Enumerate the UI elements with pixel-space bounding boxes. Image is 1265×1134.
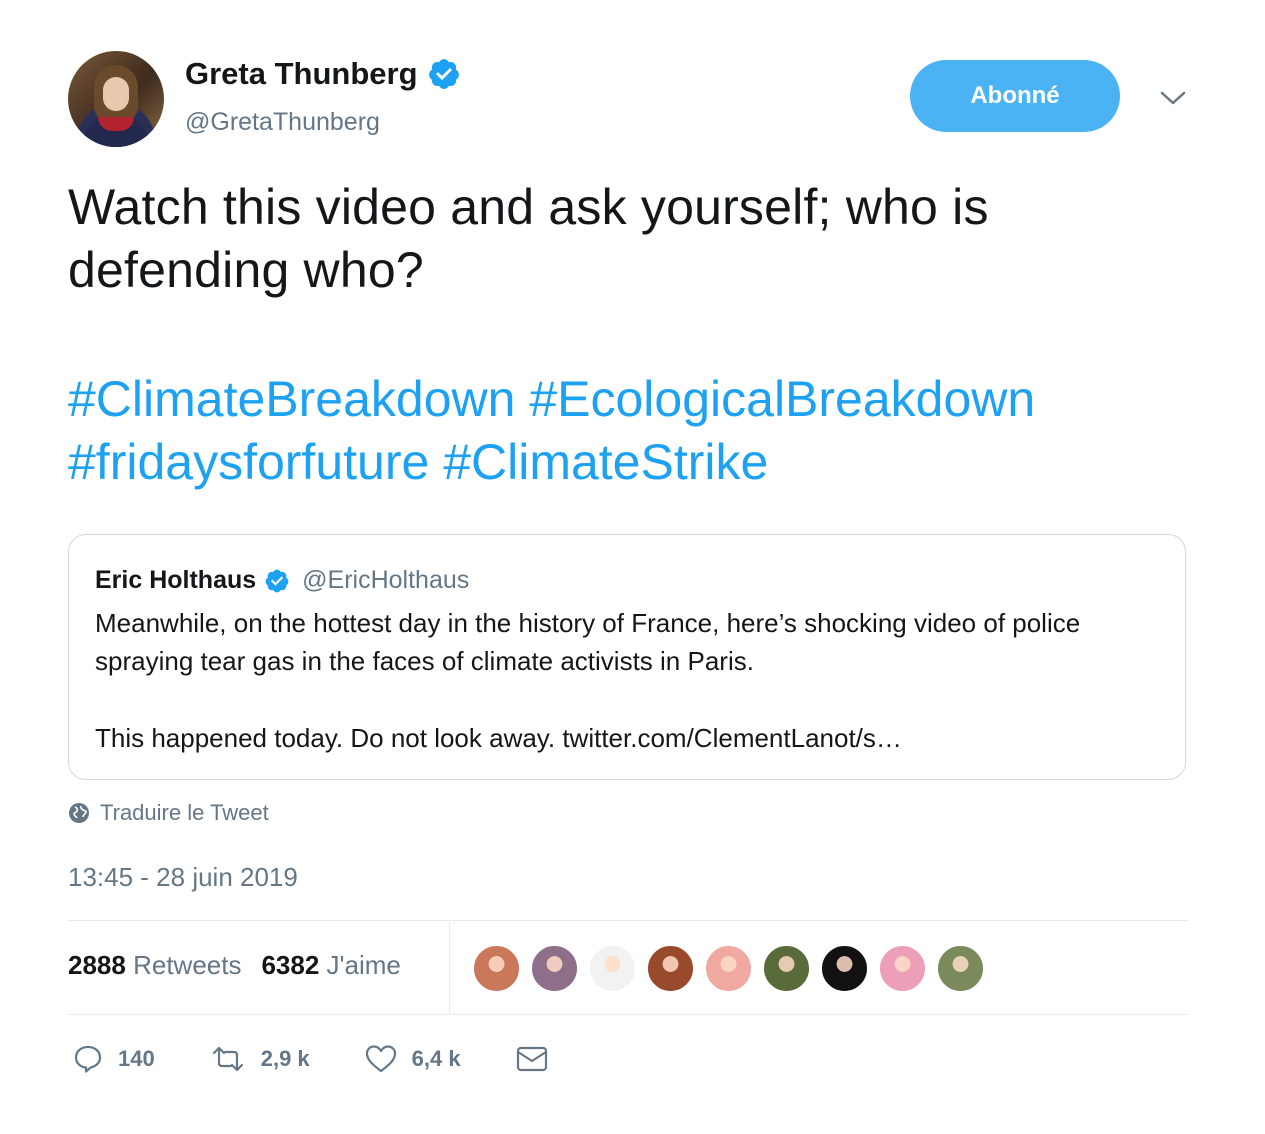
quoted-tweet-text: Meanwhile, on the hottest day in the his… xyxy=(95,608,1081,676)
liker-avatar-7[interactable] xyxy=(820,944,869,993)
tweet-hashtags: #ClimateBreakdown #EcologicalBreakdown #… xyxy=(68,368,1208,494)
like-button[interactable]: 6,4 k xyxy=(364,1043,461,1075)
retweets-label: Retweets xyxy=(133,950,242,980)
stats-separator xyxy=(449,922,450,1014)
quoted-author[interactable]: Eric Holthaus @EricHolthaus xyxy=(95,566,469,595)
liker-avatar-6[interactable] xyxy=(762,944,811,993)
liker-avatar-1[interactable] xyxy=(472,944,521,993)
divider xyxy=(68,920,1188,921)
tweet-text: Watch this video and ask yourself; who i… xyxy=(68,179,989,298)
likers-avatars xyxy=(472,944,985,993)
retweet-count: 2,9 k xyxy=(260,1046,310,1071)
heart-icon xyxy=(365,1045,396,1073)
retweets-count: 2888 xyxy=(68,950,126,980)
retweet-button[interactable]: 2,9 k xyxy=(209,1043,310,1075)
like-count: 6,4 k xyxy=(411,1046,461,1071)
author-handle[interactable]: @GretaThunberg xyxy=(185,108,380,137)
liker-avatar-4[interactable] xyxy=(646,944,695,993)
tweet-timestamp[interactable]: 13:45 - 28 juin 2019 xyxy=(68,862,298,893)
verified-badge-icon xyxy=(428,59,459,89)
globe-icon xyxy=(69,803,89,823)
author-avatar[interactable] xyxy=(68,51,164,147)
envelope-icon xyxy=(516,1046,547,1072)
liker-avatar-9[interactable] xyxy=(936,944,985,993)
likes-count: 6382 xyxy=(261,950,320,980)
quoted-tweet-text-2: This happened today. Do not look away. t… xyxy=(95,723,902,753)
retweets-stat[interactable]: 2888 Retweets xyxy=(68,950,241,981)
verified-badge-icon xyxy=(265,569,289,592)
following-button[interactable]: Abonné xyxy=(910,60,1120,132)
likes-label: J'aime xyxy=(326,950,401,980)
liker-avatar-3[interactable] xyxy=(588,944,637,993)
retweet-icon xyxy=(212,1046,243,1072)
tweet-stats: 2888 Retweets 6382 J'aime xyxy=(68,950,401,981)
hashtag-link[interactable]: #ClimateBreakdown xyxy=(68,371,515,427)
divider xyxy=(68,1014,1188,1015)
translate-label: Traduire le Tweet xyxy=(100,800,269,825)
reply-button[interactable]: 140 xyxy=(72,1043,155,1075)
likes-stat[interactable]: 6382 J'aime xyxy=(261,950,400,981)
reply-count: 140 xyxy=(118,1046,155,1071)
tweet-actions: 140 2,9 k 6,4 k xyxy=(72,1043,603,1075)
quoted-author-name: Eric Holthaus xyxy=(95,566,257,594)
liker-avatar-8[interactable] xyxy=(878,944,927,993)
translate-tweet-link[interactable]: Traduire le Tweet xyxy=(68,800,269,826)
chevron-down-icon[interactable] xyxy=(1158,88,1188,108)
liker-avatar-2[interactable] xyxy=(530,944,579,993)
reply-icon xyxy=(74,1045,102,1073)
liker-avatar-5[interactable] xyxy=(704,944,753,993)
direct-message-button[interactable] xyxy=(515,1044,549,1074)
hashtag-link[interactable]: #EcologicalBreakdown xyxy=(529,371,1035,427)
hashtag-link[interactable]: #ClimateStrike xyxy=(443,434,768,490)
author-name-text: Greta Thunberg xyxy=(185,56,418,91)
hashtag-link[interactable]: #fridaysforfuture xyxy=(68,434,429,490)
author-display-name[interactable]: Greta Thunberg xyxy=(185,56,461,92)
quoted-author-handle: @EricHolthaus xyxy=(302,566,470,594)
